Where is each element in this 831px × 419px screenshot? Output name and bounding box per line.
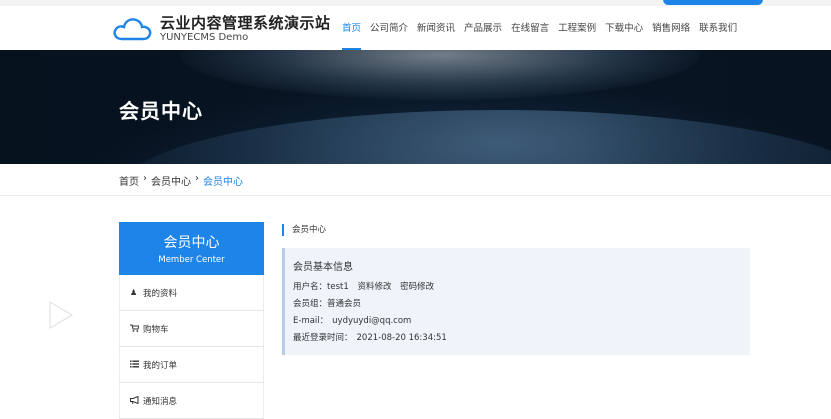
cart-icon bbox=[130, 324, 140, 334]
nav-item-guestbook[interactable]: 在线留言 bbox=[511, 20, 549, 50]
nav-item-sales[interactable]: 销售网络 bbox=[652, 20, 690, 50]
hotline-badge bbox=[663, 0, 763, 5]
email-row: E-mail： uydyuydi@qq.com bbox=[293, 314, 750, 329]
group-label: 会员组： bbox=[293, 299, 328, 309]
breadcrumb-parent[interactable]: 会员中心 bbox=[151, 173, 191, 188]
last-login-row: 最近登录时间： 2021-08-20 16:34:51 bbox=[293, 331, 750, 346]
nav-item-products[interactable]: 产品展示 bbox=[464, 20, 502, 50]
site-header: 云业内容管理系统演示站 YUNYECMS Demo 首页 公司简介 新闻资讯 产… bbox=[0, 6, 831, 50]
banner-title: 会员中心 bbox=[119, 99, 203, 123]
info-box-title: 会员基本信息 bbox=[293, 262, 353, 273]
sidebar-item-profile[interactable]: ♟ 我的资料 bbox=[119, 275, 264, 311]
username-label: 用户名： bbox=[293, 282, 328, 292]
group-row: 会员组：普通会员 bbox=[293, 297, 750, 312]
group-value: 普通会员 bbox=[327, 299, 362, 309]
section-title: 会员中心 bbox=[282, 224, 326, 236]
username-value: test1 bbox=[327, 282, 349, 292]
sidebar-item-label: 通知消息 bbox=[143, 396, 178, 407]
member-info-box: 会员基本信息 用户名：test1 资料修改 密码修改 会员组：普通会员 E-ma… bbox=[282, 248, 750, 355]
main-nav: 首页 公司简介 新闻资讯 产品展示 在线留言 工程案例 下载中心 销售网络 联系… bbox=[342, 20, 746, 50]
last-login-value: 2021-08-20 16:34:51 bbox=[356, 333, 447, 343]
breadcrumb: 首页 › 会员中心 › 会员中心 bbox=[119, 173, 243, 188]
sidebar-subtitle: Member Center bbox=[158, 255, 225, 265]
bullhorn-icon bbox=[130, 395, 140, 406]
breadcrumb-current[interactable]: 会员中心 bbox=[203, 173, 243, 188]
play-icon[interactable] bbox=[48, 300, 74, 330]
divider bbox=[0, 195, 831, 196]
email-value: uydyuydi@qq.com bbox=[332, 316, 412, 326]
sidebar-item-orders[interactable]: 我的订单 bbox=[119, 347, 264, 383]
username-row: 用户名：test1 资料修改 密码修改 bbox=[293, 280, 750, 295]
nav-item-downloads[interactable]: 下载中心 bbox=[605, 20, 643, 50]
list-icon bbox=[130, 360, 140, 370]
nav-item-contact[interactable]: 联系我们 bbox=[699, 20, 737, 50]
sidebar-item-label: 购物车 bbox=[143, 324, 169, 335]
page-banner: 会员中心 bbox=[0, 50, 831, 164]
site-title[interactable]: 云业内容管理系统演示站 bbox=[160, 12, 331, 33]
sidebar-title: 会员中心 bbox=[163, 235, 220, 251]
member-sidebar: 会员中心 Member Center ♟ 我的资料 购物车 我的订单 通知消息 bbox=[119, 222, 264, 419]
nav-item-cases[interactable]: 工程案例 bbox=[558, 20, 596, 50]
breadcrumb-separator: › bbox=[143, 173, 147, 184]
breadcrumb-separator: › bbox=[195, 173, 199, 184]
sidebar-item-label: 我的订单 bbox=[143, 360, 178, 371]
nav-item-news[interactable]: 新闻资讯 bbox=[417, 20, 455, 50]
nav-item-home[interactable]: 首页 bbox=[342, 20, 362, 50]
site-subtitle: YUNYECMS Demo bbox=[160, 32, 249, 43]
last-login-label: 最近登录时间： bbox=[293, 333, 353, 343]
user-icon: ♟ bbox=[130, 288, 138, 297]
sidebar-item-label: 我的资料 bbox=[143, 288, 178, 299]
cloud-logo-icon[interactable] bbox=[112, 14, 152, 44]
change-password-link[interactable]: 密码修改 bbox=[400, 282, 434, 292]
nav-item-about[interactable]: 公司简介 bbox=[370, 20, 408, 50]
email-label: E-mail： bbox=[293, 316, 329, 326]
sidebar-item-cart[interactable]: 购物车 bbox=[119, 311, 264, 347]
breadcrumb-home[interactable]: 首页 bbox=[119, 173, 139, 188]
edit-profile-link[interactable]: 资料修改 bbox=[357, 282, 391, 292]
sidebar-header: 会员中心 Member Center bbox=[119, 222, 264, 275]
